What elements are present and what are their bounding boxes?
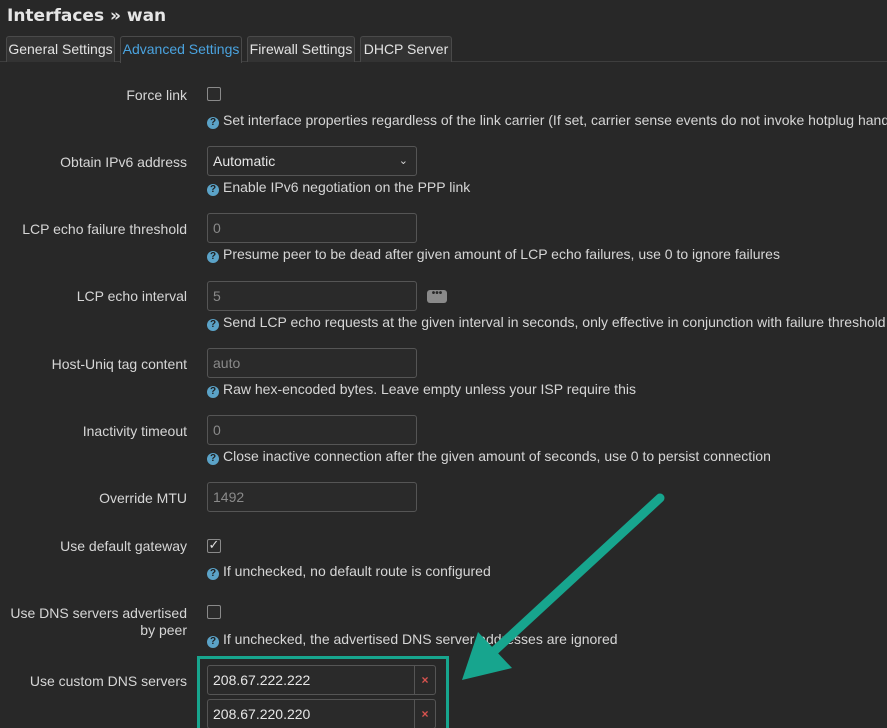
lcp-interval-help-text: Send LCP echo requests at the given inte… <box>223 314 886 330</box>
inactivity-help: ? Close inactive connection after the giv… <box>207 448 771 465</box>
help-icon: ? <box>207 636 219 648</box>
lcp-threshold-help: ? Presume peer to be dead after given amo… <box>207 246 780 263</box>
help-icon: ? <box>207 184 219 196</box>
host-uniq-input[interactable]: auto <box>207 348 417 378</box>
ipv6-select-value: Automatic <box>213 153 276 169</box>
annotation-highlight-box <box>197 656 449 728</box>
peer-dns-label: Use DNS servers advertised by peer <box>0 605 187 639</box>
force-link-checkbox[interactable] <box>207 87 221 101</box>
mtu-label: Override MTU <box>99 490 187 506</box>
tab-general-settings[interactable]: General Settings <box>6 36 115 62</box>
help-icon: ? <box>207 251 219 263</box>
peer-dns-help-text: If unchecked, the advertised DNS server … <box>223 631 618 647</box>
tab-advanced-settings[interactable]: Advanced Settings <box>120 36 242 63</box>
lcp-threshold-label: LCP echo failure threshold <box>22 221 187 237</box>
peer-dns-label-line1: Use DNS servers advertised <box>10 605 187 621</box>
default-gateway-help-text: If unchecked, no default route is config… <box>223 563 491 579</box>
inactivity-help-text: Close inactive connection after the give… <box>223 448 771 464</box>
ipv6-label: Obtain IPv6 address <box>60 154 187 170</box>
default-gateway-checkbox[interactable]: ✓ <box>207 537 221 553</box>
help-icon: ? <box>207 453 219 465</box>
tab-dhcp-server[interactable]: DHCP Server <box>360 36 452 62</box>
host-uniq-help-text: Raw hex-encoded bytes. Leave empty unles… <box>223 381 636 397</box>
tab-firewall-settings[interactable]: Firewall Settings <box>247 36 355 62</box>
default-gateway-label: Use default gateway <box>60 538 187 554</box>
peer-dns-checkbox[interactable] <box>207 605 221 619</box>
inactivity-label: Inactivity timeout <box>82 423 187 439</box>
force-link-label: Force link <box>126 87 187 103</box>
checkmark-icon: ✓ <box>208 537 220 552</box>
host-uniq-label: Host-Uniq tag content <box>51 356 187 372</box>
ipv6-select[interactable]: Automatic ⌄ <box>207 146 417 176</box>
ipv6-help-text: Enable IPv6 negotiation on the PPP link <box>223 179 471 195</box>
ellipsis-icon[interactable]: ••• <box>427 289 447 303</box>
help-icon: ? <box>207 568 219 580</box>
custom-dns-label: Use custom DNS servers <box>29 673 187 689</box>
default-gateway-help: ? If unchecked, no default route is confi… <box>207 563 491 580</box>
tab-bar: General Settings Advanced Settings Firew… <box>0 36 887 63</box>
lcp-interval-input[interactable]: 5 <box>207 281 417 311</box>
ipv6-help: ? Enable IPv6 negotiation on the PPP link <box>207 179 470 196</box>
help-icon: ? <box>207 386 219 398</box>
page-title: Interfaces » wan <box>7 6 167 26</box>
force-link-help: ? Set interface properties regardless of … <box>207 112 887 129</box>
lcp-interval-help: ? Send LCP echo requests at the given int… <box>207 314 886 331</box>
host-uniq-help: ? Raw hex-encoded bytes. Leave empty unle… <box>207 381 636 398</box>
mtu-input[interactable]: 1492 <box>207 482 417 512</box>
peer-dns-label-line2: by peer <box>140 622 187 638</box>
help-icon: ? <box>207 319 219 331</box>
inactivity-input[interactable]: 0 <box>207 415 417 445</box>
lcp-threshold-input[interactable]: 0 <box>207 213 417 243</box>
chevron-down-icon: ⌄ <box>398 155 408 167</box>
lcp-interval-label: LCP echo interval <box>76 288 187 304</box>
peer-dns-help: ? If unchecked, the advertised DNS server… <box>207 631 618 648</box>
help-icon: ? <box>207 117 219 129</box>
lcp-threshold-help-text: Presume peer to be dead after given amou… <box>223 246 780 262</box>
force-link-help-text: Set interface properties regardless of t… <box>223 112 887 128</box>
